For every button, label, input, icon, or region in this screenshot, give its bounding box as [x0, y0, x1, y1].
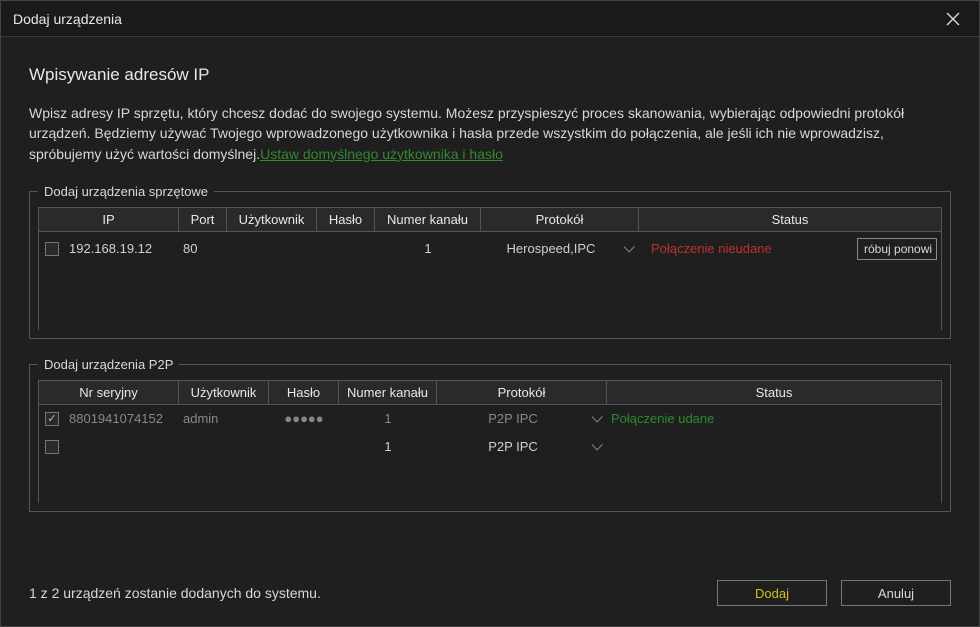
col-protocol: Protokół [481, 208, 639, 231]
cell-protocol[interactable]: P2P IPC [437, 437, 607, 456]
hardware-table-body: 192.168.19.12 80 1 Herospeed,IPC Połącze… [38, 232, 942, 330]
dialog-title: Dodaj urządzenia [13, 11, 939, 27]
cell-channel[interactable]: 1 [375, 239, 481, 258]
col-port: Port [179, 208, 227, 231]
p2p-table-header: Nr seryjny Użytkownik Hasło Numer kanału… [38, 380, 942, 405]
hardware-table-header: IP Port Użytkownik Hasło Numer kanału Pr… [38, 207, 942, 232]
protocol-name: P2P IPC [441, 439, 585, 454]
close-button[interactable] [939, 5, 967, 33]
set-default-credentials-link[interactable]: Ustaw domyślnego użytkownika i hasło [260, 146, 503, 162]
table-row[interactable]: 1 P2P IPC [39, 433, 941, 461]
cell-password[interactable]: ●●●●● [269, 409, 339, 428]
cell-status: Połączenie nieudane róbuj ponowi [639, 236, 941, 262]
p2p-table-body: 8801941074152 admin ●●●●● 1 P2P IPC Połą… [38, 405, 942, 503]
cell-user[interactable]: admin [179, 409, 269, 428]
col-protocol: Protokół [437, 381, 607, 404]
add-button[interactable]: Dodaj [717, 580, 827, 606]
p2p-group-legend: Dodaj urządzenia P2P [38, 357, 179, 372]
protocol-name: Herospeed,IPC [485, 241, 617, 256]
p2p-devices-group: Dodaj urządzenia P2P Nr seryjny Użytkown… [29, 357, 951, 512]
col-password: Hasło [269, 381, 339, 404]
cell-serial[interactable] [65, 445, 179, 449]
cell-user[interactable] [179, 445, 269, 449]
chevron-down-icon [591, 440, 602, 451]
hardware-devices-group: Dodaj urządzenia sprzętowe IP Port Użytk… [29, 184, 951, 339]
close-icon [946, 12, 960, 26]
protocol-name: P2P IPC [441, 411, 585, 426]
col-serial: Nr seryjny [39, 381, 179, 404]
p2p-table: Nr seryjny Użytkownik Hasło Numer kanału… [38, 380, 942, 503]
content-area: Wpisywanie adresów IP Wpisz adresy IP sp… [1, 37, 979, 576]
hardware-group-legend: Dodaj urządzenia sprzętowe [38, 184, 214, 199]
row-checkbox[interactable] [45, 440, 59, 454]
cell-port[interactable]: 80 [179, 239, 227, 258]
dialog-footer: 1 z 2 urządzeń zostanie dodanych do syst… [1, 576, 979, 626]
row-checkbox[interactable] [45, 412, 59, 426]
cancel-button[interactable]: Anuluj [841, 580, 951, 606]
chevron-down-icon [623, 242, 634, 253]
cell-user[interactable] [227, 247, 317, 251]
status-text: Połączenie nieudane [643, 241, 857, 256]
row-checkbox[interactable] [45, 242, 59, 256]
col-user: Użytkownik [179, 381, 269, 404]
table-row[interactable]: 192.168.19.12 80 1 Herospeed,IPC Połącze… [39, 232, 941, 266]
col-channel: Numer kanału [375, 208, 481, 231]
col-status: Status [639, 208, 941, 231]
cell-password[interactable] [269, 445, 339, 449]
cell-channel[interactable]: 1 [339, 409, 437, 428]
cell-ip[interactable]: 192.168.19.12 [65, 239, 179, 258]
footer-status-text: 1 z 2 urządzeń zostanie dodanych do syst… [29, 585, 703, 601]
status-text: Połączenie udane [607, 409, 941, 428]
status-text [607, 445, 941, 449]
page-heading: Wpisywanie adresów IP [29, 65, 951, 85]
cell-channel[interactable]: 1 [339, 437, 437, 456]
retry-button[interactable]: róbuj ponowi [857, 238, 937, 260]
col-ip: IP [39, 208, 179, 231]
cell-serial[interactable]: 8801941074152 [65, 409, 179, 428]
cell-protocol[interactable]: Herospeed,IPC [481, 239, 639, 258]
col-password: Hasło [317, 208, 375, 231]
hardware-table: IP Port Użytkownik Hasło Numer kanału Pr… [38, 207, 942, 330]
cell-password[interactable] [317, 247, 375, 251]
chevron-down-icon [591, 412, 602, 423]
cell-protocol[interactable]: P2P IPC [437, 409, 607, 428]
col-status: Status [607, 381, 941, 404]
table-row[interactable]: 8801941074152 admin ●●●●● 1 P2P IPC Połą… [39, 405, 941, 433]
add-devices-dialog: Dodaj urządzenia Wpisywanie adresów IP W… [0, 0, 980, 627]
description-text: Wpisz adresy IP sprzętu, który chcesz do… [29, 103, 951, 164]
titlebar: Dodaj urządzenia [1, 1, 979, 37]
col-channel: Numer kanału [339, 381, 437, 404]
col-user: Użytkownik [227, 208, 317, 231]
